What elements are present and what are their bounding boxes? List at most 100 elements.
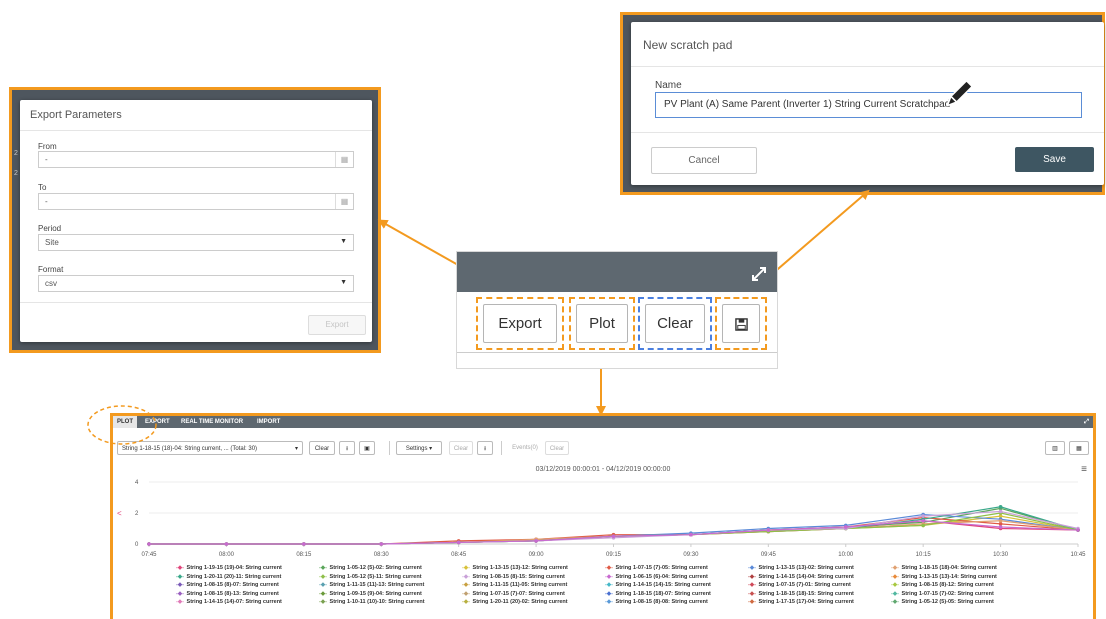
legend-item[interactable]: -◆- String 1-08-15 (8)-12: String curren… (890, 582, 994, 588)
legend-label: String 1-08-15 (8)-13: String current (185, 590, 279, 597)
data-point (379, 542, 384, 546)
legend-item[interactable]: -◆- String 1-05-12 (5)-05: String curren… (890, 599, 994, 605)
tab-bar: PLOT EXPORT REAL TIME MONITOR IMPORT ⤢ (113, 416, 1093, 428)
data-point (689, 532, 693, 537)
data-point (1076, 528, 1080, 532)
legend-marker-icon: -◆- (605, 599, 613, 606)
expand-arrows-icon[interactable]: ⤢ (1080, 416, 1093, 428)
download-icon[interactable]: ⭳ (477, 441, 493, 455)
legend-item[interactable]: -◆- String 1-14-15 (14)-04: String curre… (747, 574, 854, 580)
x-tick-label: 08:00 (219, 552, 235, 558)
legend-item[interactable]: -◆- String 1-05-12 (5)-11: String curren… (318, 574, 421, 580)
legend-label: String 1-17-15 (17)-04: String current (757, 599, 854, 606)
legend-label: String 1-07-15 (7)-01: String current (757, 582, 851, 589)
clear-events-button[interactable]: Clear (545, 441, 569, 455)
data-point (302, 542, 306, 546)
data-point (843, 525, 848, 529)
x-tick-label: 10:45 (1070, 552, 1086, 558)
legend-item[interactable]: -◆- String 1-07-15 (7)-02: String curren… (890, 591, 994, 597)
legend-marker-icon: -◆- (891, 582, 899, 589)
legend-item[interactable]: -◆- String 1-14-15 (14)-15: String curre… (604, 582, 711, 588)
legend-item[interactable]: -◆- String 1-10-11 (10)-10: String curre… (318, 599, 425, 605)
legend-marker-icon: -◆- (748, 573, 756, 580)
legend-marker-icon: -◆- (891, 573, 899, 580)
legend-item[interactable]: -◆- String 1-13-15 (13)-14: String curre… (890, 574, 997, 580)
x-tick-label: 09:15 (606, 552, 622, 558)
data-point (998, 518, 1003, 523)
legend-item[interactable]: -◆- String 1-08-15 (8)-13: String curren… (175, 591, 279, 597)
legend-item[interactable]: -◆- String 1-18-15 (18)-07: String curre… (604, 591, 711, 597)
clear-button[interactable]: Clear (645, 304, 705, 343)
floppy-disk-icon[interactable]: ▣ (359, 441, 375, 455)
divider (389, 441, 390, 455)
legend-label: String 1-18-15 (18)-15: String current (757, 590, 854, 597)
grid-view-icon[interactable]: ▦ (1069, 441, 1089, 455)
legend-item[interactable]: -◆- String 1-07-15 (7)-01: String curren… (747, 582, 851, 588)
tab-import[interactable]: IMPORT (253, 416, 284, 428)
legend-item[interactable]: -◆- String 1-14-15 (14)-07: String curre… (175, 599, 282, 605)
legend-item[interactable]: -◆- String 1-13-15 (13)-02: String curre… (747, 565, 854, 571)
legend-marker-icon: -◆- (605, 573, 613, 580)
legend-item[interactable]: -◆- String 1-06-15 (6)-04: String curren… (604, 574, 708, 580)
expand-arrows-icon[interactable] (751, 266, 767, 282)
legend-item[interactable]: -◆- String 1-19-15 (19)-04: String curre… (175, 565, 282, 571)
x-tick-label: 08:45 (451, 552, 467, 558)
data-point (224, 542, 229, 546)
legend-marker-icon: -◆- (176, 573, 184, 580)
series-line (149, 520, 1079, 545)
legend-marker-icon: -◆- (176, 582, 184, 589)
legend-item[interactable]: -◆- String 1-07-15 (7)-07: String curren… (461, 591, 565, 597)
legend-item[interactable]: -◆- String 1-07-15 (7)-05: String curren… (604, 565, 708, 571)
y-tick-label: 2 (135, 511, 139, 517)
legend-item[interactable]: -◆- String 1-18-15 (18)-04: String curre… (890, 565, 997, 571)
legend-label: String 1-18-15 (18)-04: String current (900, 565, 997, 571)
legend-item[interactable]: -◆- String 1-20-11 (20)-11: String curre… (175, 574, 281, 580)
legend-item[interactable]: -◆- String 1-13-15 (13)-12: String curre… (461, 565, 568, 571)
legend-marker-icon: -◆- (462, 573, 470, 580)
legend-item[interactable]: -◆- String 1-08-15 (8)-15: String curren… (461, 574, 565, 580)
events-label: Events(0) (507, 441, 543, 455)
data-point (147, 542, 151, 546)
tab-real-time-monitor[interactable]: REAL TIME MONITOR (177, 416, 247, 428)
legend-label: String 1-07-15 (7)-05: String current (614, 565, 708, 571)
clear-settings-button[interactable]: Clear (449, 441, 473, 455)
legend-label: String 1-05-12 (5)-02: String current (328, 565, 422, 571)
data-point (998, 522, 1003, 526)
export-button[interactable]: Export (483, 304, 557, 343)
legend-item[interactable]: -◆- String 1-11-15 (11)-13: String curre… (318, 582, 424, 588)
legend-label: String 1-07-15 (7)-02: String current (900, 590, 994, 597)
legend-item[interactable]: -◆- String 1-20-11 (20)-02: String curre… (461, 599, 568, 605)
legend-marker-icon: -◆- (748, 582, 756, 589)
chart-view-icon[interactable]: ▥ (1045, 441, 1065, 455)
legend-marker-icon: -◆- (462, 590, 470, 597)
divider (501, 441, 502, 455)
legend-label: String 1-07-15 (7)-07: String current (471, 590, 565, 597)
legend-marker-icon: -◆- (462, 582, 470, 589)
legend-marker-icon: -◆- (319, 582, 327, 589)
menu-icon[interactable]: ≡ (1081, 464, 1087, 475)
legend-marker-icon: -◆- (748, 590, 756, 597)
download-icon[interactable]: ⭳ (339, 441, 355, 455)
legend-item[interactable]: -◆- String 1-09-15 (9)-04: String curren… (318, 591, 422, 597)
legend-label: String 1-09-15 (9)-04: String current (328, 590, 422, 597)
legend-item[interactable]: -◆- String 1-11-15 (11)-05: String curre… (461, 582, 567, 588)
settings-dropdown[interactable]: Settings ▾ (396, 441, 442, 455)
clear-series-button[interactable]: Clear (309, 441, 335, 455)
legend-item[interactable]: -◆- String 1-08-15 (8)-07: String curren… (175, 582, 279, 588)
legend-marker-icon: -◆- (891, 565, 899, 571)
legend-label: String 1-06-15 (6)-04: String current (614, 573, 708, 580)
legend-item[interactable]: -◆- String 1-05-12 (5)-02: String curren… (318, 565, 422, 571)
legend-item[interactable]: -◆- String 1-17-15 (17)-04: String curre… (747, 599, 854, 605)
legend-marker-icon: -◆- (176, 599, 184, 606)
x-tick-label: 07:45 (141, 552, 157, 558)
legend-label: String 1-13-15 (13)-02: String current (757, 565, 854, 571)
legend-label: String 1-08-15 (8)-15: String current (471, 573, 565, 580)
y-tick-label: 0 (135, 542, 139, 548)
panel-header (457, 252, 777, 292)
legend-marker-icon: -◆- (462, 565, 470, 571)
legend-item[interactable]: -◆- String 1-08-15 (8)-08: String curren… (604, 599, 708, 605)
legend-label: String 1-05-12 (5)-05: String current (900, 599, 994, 606)
save-scratchpad-button[interactable] (722, 304, 760, 343)
plot-button[interactable]: Plot (576, 304, 628, 343)
legend-item[interactable]: -◆- String 1-18-15 (18)-15: String curre… (747, 591, 854, 597)
